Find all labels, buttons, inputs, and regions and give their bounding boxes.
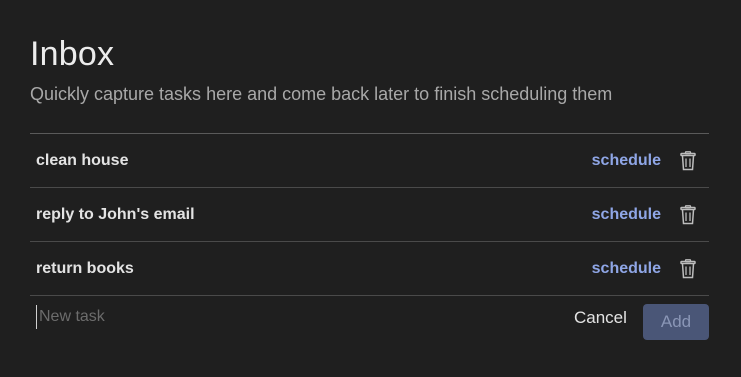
add-button[interactable]: Add xyxy=(643,304,709,340)
inbox-panel: Inbox Quickly capture tasks here and com… xyxy=(30,34,709,340)
task-row: clean house schedule xyxy=(30,134,709,188)
trash-icon[interactable] xyxy=(679,204,697,225)
new-task-input[interactable] xyxy=(36,305,339,329)
trash-icon[interactable] xyxy=(679,150,697,171)
page-title: Inbox xyxy=(30,35,115,73)
task-list: clean house schedule reply to John's ema… xyxy=(30,133,709,296)
task-text: reply to John's email xyxy=(36,205,195,223)
schedule-link[interactable]: schedule xyxy=(592,152,661,170)
task-text: return books xyxy=(36,259,134,277)
new-task-row: Cancel Add xyxy=(30,295,709,340)
task-row: return books schedule xyxy=(30,242,709,296)
trash-icon[interactable] xyxy=(679,258,697,279)
schedule-link[interactable]: schedule xyxy=(592,260,661,278)
page-subtitle: Quickly capture tasks here and come back… xyxy=(30,84,613,104)
task-text: clean house xyxy=(36,151,129,169)
task-row: reply to John's email schedule xyxy=(30,188,709,242)
cancel-button[interactable]: Cancel xyxy=(574,304,627,332)
schedule-link[interactable]: schedule xyxy=(592,206,661,224)
